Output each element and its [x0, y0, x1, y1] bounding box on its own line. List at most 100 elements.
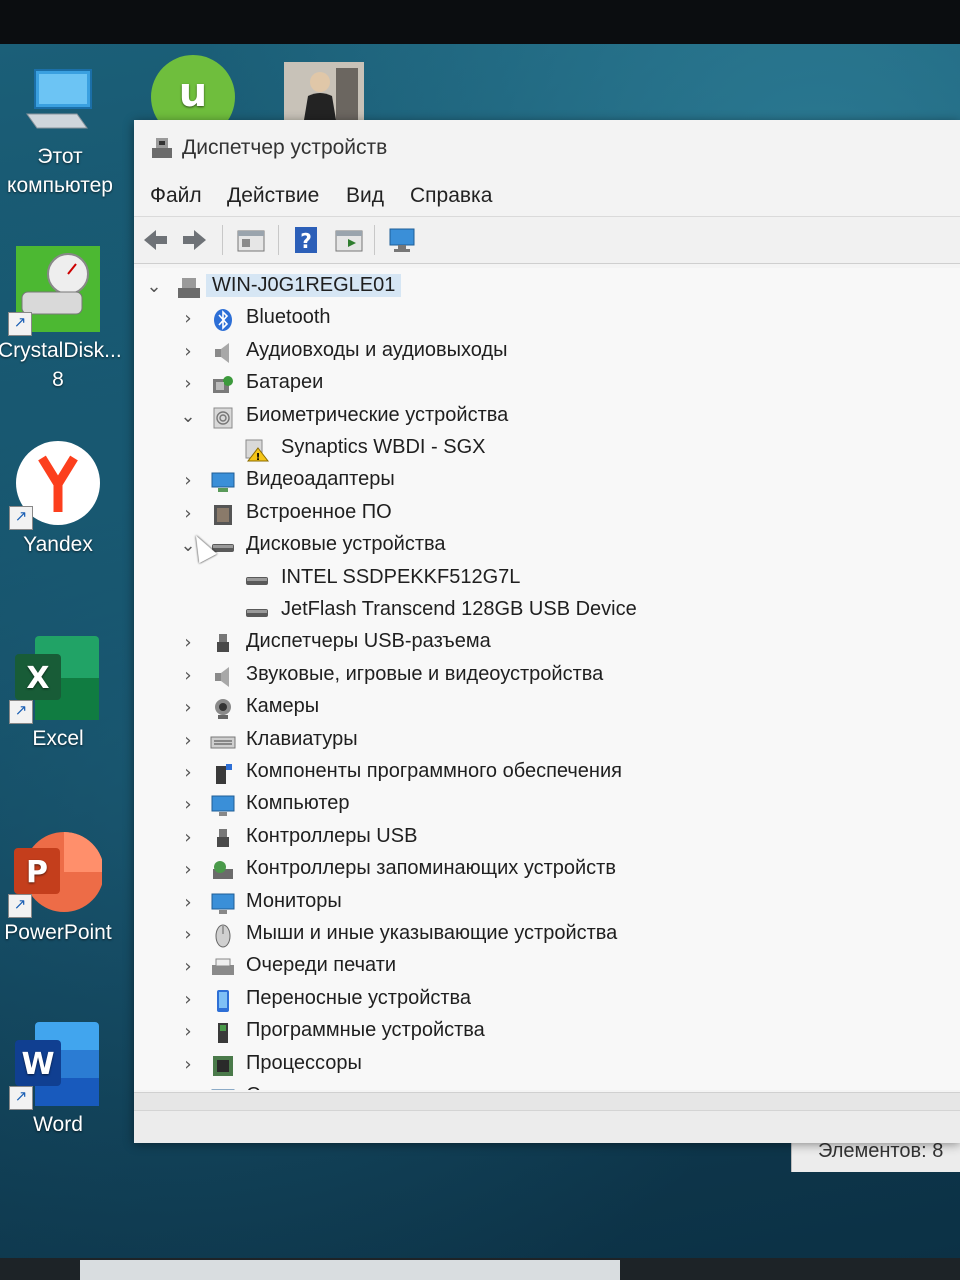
- chevron-right-icon[interactable]: ›: [178, 924, 198, 945]
- taskbar-window-preview[interactable]: [80, 1260, 620, 1280]
- taskbar: [0, 1258, 960, 1280]
- properties-icon[interactable]: [236, 225, 266, 255]
- svg-text:X: X: [26, 661, 49, 696]
- fingerprint-icon: [210, 406, 236, 430]
- shortcut-arrow-icon: ↗: [9, 506, 33, 530]
- svg-text:?: ?: [300, 229, 312, 253]
- tree-category-node[interactable]: › Процессоры: [134, 1050, 960, 1082]
- desktop-icon-utorrent[interactable]: u: [148, 54, 238, 139]
- portable-device-icon: [210, 989, 236, 1013]
- tree-category-label: Компоненты программного обеспечения: [246, 760, 622, 782]
- tree-category-label: Встроенное ПО: [246, 500, 392, 523]
- keyboard-icon: [210, 730, 236, 754]
- menu-help[interactable]: Справка: [410, 184, 492, 208]
- title-bar[interactable]: Диспетчер устройств: [134, 120, 960, 178]
- tree-root-node[interactable]: ⌄ WIN-J0G1REGLE01: [134, 272, 960, 304]
- menu-action[interactable]: Действие: [227, 184, 319, 208]
- tree-category-node[interactable]: › Мыши и иные указывающие устройства: [134, 920, 960, 952]
- tree-category-node[interactable]: › Аудиовходы и аудиовыходы: [134, 337, 960, 369]
- chevron-right-icon[interactable]: ›: [178, 892, 198, 913]
- tree-device-node[interactable]: INTEL SSDPEKKF512G7L: [134, 564, 960, 596]
- chevron-right-icon[interactable]: ›: [178, 730, 198, 751]
- utorrent-icon: u: [150, 54, 236, 139]
- tree-category-node[interactable]: › Контроллеры запоминающих устройств: [134, 855, 960, 887]
- tree-category-label: Мыши и иные указывающие устройства: [246, 922, 618, 944]
- chevron-right-icon[interactable]: ›: [178, 956, 198, 977]
- svg-text:P: P: [26, 855, 48, 890]
- chevron-right-icon[interactable]: ›: [178, 308, 198, 329]
- tree-category-node[interactable]: › Встроенное ПО: [134, 499, 960, 531]
- tree-category-label: Мониторы: [246, 889, 342, 912]
- chevron-right-icon[interactable]: ›: [178, 989, 198, 1010]
- update-driver-icon[interactable]: [334, 225, 364, 255]
- back-arrow-icon[interactable]: [140, 225, 170, 255]
- tree-category-node[interactable]: › Компьютер: [134, 790, 960, 822]
- tree-category-node[interactable]: › Мониторы: [134, 888, 960, 920]
- tree-category-node[interactable]: › Звуковые, игровые и видеоустройства: [134, 661, 960, 693]
- chevron-right-icon[interactable]: ›: [178, 632, 198, 653]
- desktop-icon-this-pc[interactable]: Этот компьютер: [0, 68, 120, 200]
- tree-category-label: Контроллеры запоминающих устройств: [246, 857, 616, 880]
- chevron-right-icon[interactable]: ›: [178, 794, 198, 815]
- tree-category-node[interactable]: › Очереди печати: [134, 952, 960, 984]
- desktop-icon-label: Yandex: [23, 533, 93, 556]
- chevron-down-icon[interactable]: ⌄: [144, 276, 164, 297]
- chevron-right-icon[interactable]: ›: [178, 341, 198, 362]
- tree-category-node[interactable]: › Клавиатуры: [134, 726, 960, 758]
- tree-category-label: Видеоадаптеры: [246, 468, 395, 491]
- device-tree: ⌄ WIN-J0G1REGLE01 › Bluetooth › Аудиовходы …: [134, 268, 960, 1090]
- processor-icon: [210, 1054, 236, 1078]
- tree-category-node[interactable]: ⌄ Дисковые устройства: [134, 531, 960, 563]
- desktop-icon-label: 8: [52, 368, 64, 391]
- tree-category-node[interactable]: › Переносные устройства: [134, 985, 960, 1017]
- horizontal-scrollbar[interactable]: [134, 1092, 960, 1111]
- chevron-right-icon[interactable]: ›: [178, 503, 198, 524]
- device-manager-window[interactable]: Диспетчер устройств Файл Действие Вид Сп…: [134, 120, 960, 1143]
- desktop-icon-photo[interactable]: [282, 62, 366, 124]
- chevron-right-icon[interactable]: ›: [178, 665, 198, 686]
- chevron-right-icon[interactable]: ›: [178, 1086, 198, 1090]
- chevron-right-icon[interactable]: ›: [178, 697, 198, 718]
- tree-category-node[interactable]: › Видеоадаптеры: [134, 466, 960, 498]
- chevron-right-icon[interactable]: ›: [178, 470, 198, 491]
- tree-category-node[interactable]: › Компоненты программного обеспечения: [134, 758, 960, 790]
- tree-device-node[interactable]: ! Synaptics WBDI - SGX: [134, 434, 960, 466]
- tree-category-node[interactable]: › Диспетчеры USB-разъема: [134, 628, 960, 660]
- forward-arrow-icon[interactable]: [180, 225, 210, 255]
- tree-category-node[interactable]: › Программные устройства: [134, 1017, 960, 1049]
- desktop-icon-crystaldisk[interactable]: ↗ CrystalDisk... 8: [0, 246, 122, 394]
- display-adapter-icon: [210, 470, 236, 494]
- desktop-icon-label: Word: [33, 1113, 83, 1136]
- help-icon[interactable]: ?: [292, 225, 322, 255]
- disk-drive-icon: [244, 600, 270, 624]
- explorer-item-count: Элементов: 8: [818, 1140, 944, 1162]
- crystaldisk-icon: ↗: [8, 246, 102, 336]
- camera-icon: [210, 697, 236, 721]
- desktop-icon-label: PowerPoint: [4, 921, 112, 944]
- desktop-icon-powerpoint[interactable]: P ↗ PowerPoint: [0, 830, 118, 947]
- desktop-icon-word[interactable]: W ↗ Word: [0, 1022, 118, 1139]
- chevron-right-icon[interactable]: ›: [178, 373, 198, 394]
- chevron-down-icon[interactable]: ⌄: [178, 406, 198, 427]
- scan-hardware-icon[interactable]: [388, 225, 418, 255]
- chevron-right-icon[interactable]: ›: [178, 1021, 198, 1042]
- tree-device-node[interactable]: JetFlash Transcend 128GB USB Device: [134, 596, 960, 628]
- tree-category-node[interactable]: ⌄ Биометрические устройства: [134, 402, 960, 434]
- chevron-right-icon[interactable]: ›: [178, 1054, 198, 1075]
- menu-file[interactable]: Файл: [150, 184, 202, 208]
- tree-category-label: Компьютер: [246, 792, 350, 815]
- chevron-right-icon[interactable]: ›: [178, 827, 198, 848]
- menu-view[interactable]: Вид: [346, 184, 384, 208]
- tree-category-node[interactable]: › Камеры: [134, 693, 960, 725]
- computer-node-icon: [176, 276, 202, 300]
- tree-category-node[interactable]: › Батареи: [134, 369, 960, 401]
- excel-icon: X ↗: [9, 636, 101, 724]
- tree-category-node[interactable]: › Контроллеры USB: [134, 823, 960, 855]
- tree-category-node[interactable]: › Bluetooth: [134, 304, 960, 336]
- desktop-icon-excel[interactable]: X ↗ Excel: [0, 636, 118, 753]
- desktop-icon-yandex[interactable]: ↗ Yandex: [0, 440, 118, 559]
- monitor-icon: [210, 892, 236, 916]
- chevron-right-icon[interactable]: ›: [178, 859, 198, 880]
- chevron-right-icon[interactable]: ›: [178, 762, 198, 783]
- tree-category-node[interactable]: › Сетевые адаптеры: [134, 1082, 960, 1090]
